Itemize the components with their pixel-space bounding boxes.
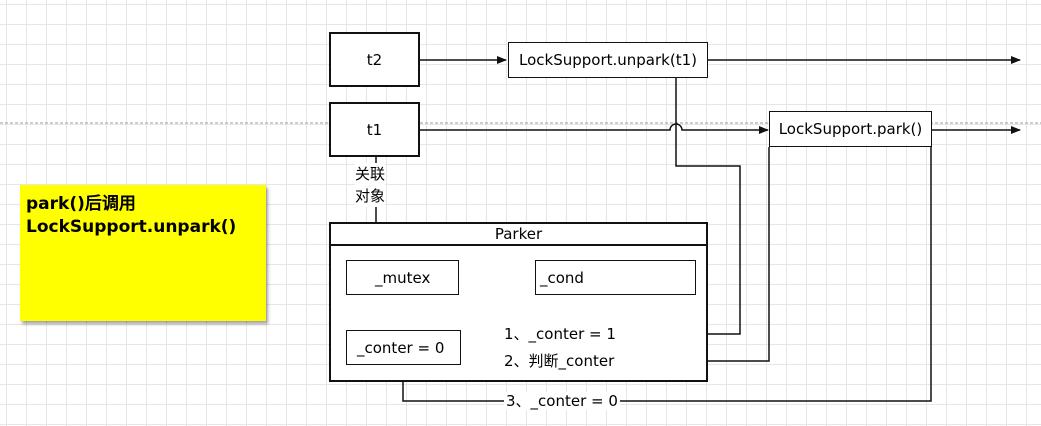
sticky-note[interactable]: park()后调用 LockSupport.unpark() bbox=[20, 185, 266, 321]
step1-label: 1、_conter = 1 bbox=[502, 325, 618, 343]
park-call-node[interactable]: LockSupport.park() bbox=[769, 111, 932, 147]
note-line-2: LockSupport.unpark() bbox=[26, 217, 237, 237]
step2-label: 2、判断_conter bbox=[502, 352, 617, 370]
mutex-node[interactable]: _mutex bbox=[346, 260, 459, 295]
edge-t1-to-park bbox=[420, 123, 769, 134]
unpark-call-node[interactable]: LockSupport.unpark(t1) bbox=[508, 42, 708, 78]
thread-t1-node[interactable]: t1 bbox=[329, 102, 420, 157]
parker-title: Parker bbox=[331, 224, 706, 246]
thread-t2-node[interactable]: t2 bbox=[329, 32, 420, 87]
cond-node[interactable]: _cond bbox=[535, 260, 696, 295]
note-line-1: park()后调用 bbox=[26, 194, 136, 214]
association-label: 关联 对象 bbox=[355, 163, 386, 207]
step3-label: 3、_conter = 0 bbox=[504, 392, 620, 410]
counter-node[interactable]: _conter = 0 bbox=[346, 330, 461, 365]
